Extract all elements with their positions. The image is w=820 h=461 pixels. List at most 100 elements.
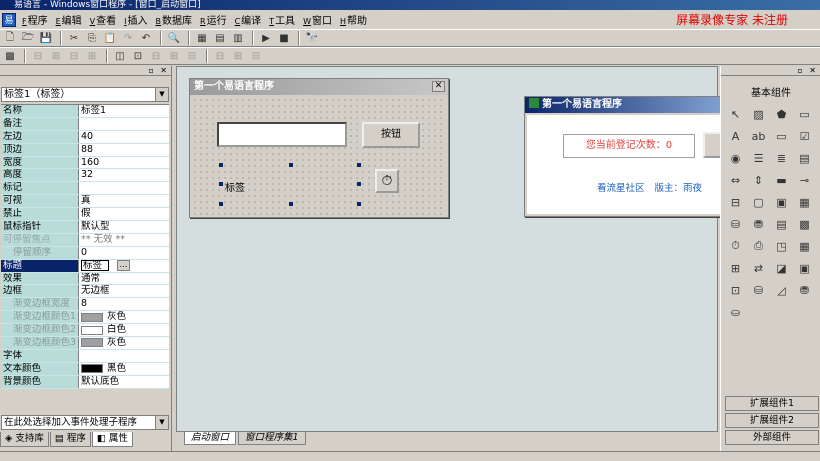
picture-box-icon[interactable]: ▨ (750, 106, 767, 122)
property-row[interactable]: 渐变边框宽度 8 (1, 298, 169, 312)
property-row[interactable]: 文本颜色 黑色 (1, 362, 169, 376)
edit-box-icon[interactable]: ab (750, 128, 767, 144)
property-value[interactable] (79, 182, 169, 195)
progress-icon[interactable]: ▬ (773, 172, 790, 188)
copy-icon[interactable]: ⎘ (84, 31, 100, 46)
frame-icon[interactable]: ▭ (796, 106, 813, 122)
shape-icon[interactable]: ⬟ (773, 106, 790, 122)
design-window[interactable]: 第一个易语言程序 ✕ 按钮 标签 ⏱ (189, 78, 449, 218)
menu-database[interactable]: B数据库 (152, 12, 197, 27)
align-top-icon[interactable]: ⊞ (84, 49, 100, 64)
calendar-icon[interactable]: ▦ (796, 194, 813, 210)
property-row[interactable]: 字体 (1, 349, 169, 363)
property-value[interactable]: 白色 (79, 324, 169, 337)
odbc-source-icon[interactable]: ⛀ (727, 304, 744, 320)
property-row[interactable]: 停留顺序 0 (1, 246, 169, 260)
panel-controls-icon[interactable]: ▫ ✕ (797, 66, 818, 75)
slider-icon[interactable]: ⊸ (796, 172, 813, 188)
property-value[interactable]: 通常 (79, 272, 169, 285)
chevron-down-icon[interactable]: ▼ (155, 88, 168, 101)
database-icon[interactable]: ⛁ (750, 282, 767, 298)
menu-program[interactable]: F程序 (18, 12, 52, 27)
event-select[interactable]: 在此处选择加入事件处理子程序 ▼ (1, 415, 169, 430)
property-value[interactable]: 40 (79, 130, 169, 143)
close-icon[interactable]: ✕ (432, 81, 445, 92)
basic-components-group[interactable]: 基本组件 (751, 84, 791, 99)
timer-icon[interactable]: ⏱ (375, 169, 399, 193)
resize-handle[interactable] (289, 163, 293, 167)
radio-icon[interactable]: ◉ (727, 150, 744, 166)
property-value[interactable]: 默认底色 (79, 375, 169, 388)
bring-front-icon[interactable]: ⊟ (248, 49, 264, 64)
property-value[interactable]: 8 (79, 298, 169, 311)
list-box-icon[interactable]: ≣ (773, 150, 790, 166)
property-row[interactable]: 边框 无边框 (1, 285, 169, 299)
drive-box-icon[interactable]: ⛁ (727, 216, 744, 232)
property-value[interactable]: 32 (79, 169, 169, 182)
property-value[interactable]: 灰色 (79, 337, 169, 349)
design-canvas[interactable]: 按钮 标签 ⏱ (192, 97, 446, 215)
hscroll-icon[interactable]: ⇔ (727, 172, 744, 188)
property-value[interactable]: 标签… (79, 259, 169, 272)
vscroll-icon[interactable]: ⇕ (750, 172, 767, 188)
property-row[interactable]: 宽度 160 (1, 156, 169, 170)
panel-icon[interactable]: ▣ (796, 260, 813, 276)
network-icon[interactable]: ⇄ (750, 260, 767, 276)
tab-startup-window[interactable]: 启动窗口 (184, 432, 237, 445)
property-row[interactable]: 背景颜色 默认底色 (1, 375, 169, 389)
property-row[interactable]: 可停留焦点 ** 无效 ** (1, 233, 169, 247)
data-source-icon[interactable]: ⊞ (727, 260, 744, 276)
undo-icon[interactable]: ↶ (138, 31, 154, 46)
property-row[interactable]: 备注 (1, 117, 169, 131)
pointer-icon[interactable]: ↖ (727, 106, 744, 122)
extended-components-1-button[interactable]: 扩展组件1 (725, 396, 819, 411)
resize-handle[interactable] (219, 202, 223, 206)
property-value[interactable]: 假 (79, 208, 169, 221)
resize-handle[interactable] (357, 202, 361, 206)
property-value[interactable]: 无边框 (79, 285, 169, 298)
property-row[interactable]: 标题 标签… (1, 259, 169, 273)
split-view-icon[interactable]: ▤ (212, 31, 228, 46)
open-folder-icon[interactable]: 🗁 (20, 31, 36, 46)
redo-icon[interactable]: ↷ (120, 31, 136, 46)
chart-icon[interactable]: ◿ (773, 282, 790, 298)
run-icon[interactable]: ▶ (258, 31, 274, 46)
property-row[interactable]: 禁止假 (1, 208, 169, 222)
space-across-icon[interactable]: ⊞ (166, 49, 182, 64)
property-value[interactable]: 88 (79, 143, 169, 156)
property-row[interactable]: 渐变边框颜色2 白色 (1, 324, 169, 338)
tab-control-icon[interactable]: ⊟ (727, 194, 744, 210)
provider-icon[interactable]: ⊡ (727, 282, 744, 298)
design-window-titlebar[interactable]: 第一个易语言程序 ✕ (190, 79, 448, 95)
property-value[interactable]: 160 (79, 156, 169, 169)
window-layout-icon[interactable]: ▦ (194, 31, 210, 46)
tab-properties[interactable]: ◧ 属性 (91, 432, 133, 447)
property-row[interactable]: 顶边 88 (1, 143, 169, 157)
same-size-icon[interactable]: ◫ (112, 49, 128, 64)
property-value[interactable]: 标签1 (79, 105, 169, 117)
resize-handle[interactable] (357, 182, 361, 186)
odbc-icon[interactable]: ⛃ (796, 282, 813, 298)
property-value[interactable]: 真 (79, 195, 169, 208)
resize-handle[interactable] (289, 202, 293, 206)
label-component[interactable]: 标签 (225, 179, 245, 194)
property-row[interactable]: 效果 通常 (1, 272, 169, 286)
save-icon[interactable]: 💾 (38, 31, 54, 46)
panel-controls-icon[interactable]: ▫ ✕ (148, 66, 169, 75)
property-row[interactable]: 可视真 (1, 195, 169, 209)
data-grid-icon[interactable]: ▦ (796, 238, 813, 254)
property-value[interactable]: 0 (79, 246, 169, 259)
stop-icon[interactable]: ■ (276, 31, 292, 46)
menu-view[interactable]: V查看 (86, 12, 120, 27)
property-row[interactable]: 鼠标指针 默认型 (1, 221, 169, 234)
align-grid-icon[interactable]: ▩ (2, 49, 18, 64)
component-select[interactable]: 标签1（标签） ▼ (1, 87, 169, 102)
extended-components-2-button[interactable]: 扩展组件2 (725, 413, 819, 428)
animation-icon[interactable]: ▣ (773, 194, 790, 210)
list-view-icon[interactable]: ▥ (230, 31, 246, 46)
button-icon[interactable]: ▭ (773, 128, 790, 144)
menu-compile[interactable]: C编译 (231, 12, 266, 27)
resize-handle[interactable] (219, 182, 223, 186)
align-center-icon[interactable]: ⊞ (48, 49, 64, 64)
property-value[interactable]: ** 无效 ** (79, 233, 169, 246)
